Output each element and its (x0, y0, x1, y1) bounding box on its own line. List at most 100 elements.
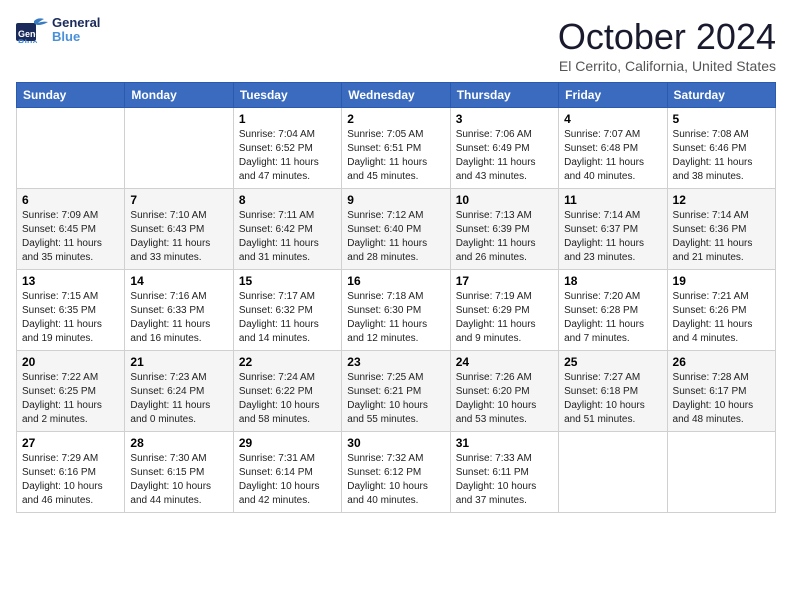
day-number: 18 (564, 274, 661, 288)
calendar-cell: 1 Sunrise: 7:04 AM Sunset: 6:52 PM Dayli… (233, 108, 341, 189)
daylight: Daylight: 11 hours and 23 minutes. (564, 238, 644, 263)
day-info: Sunrise: 7:29 AM Sunset: 6:16 PM Dayligh… (22, 452, 119, 508)
sunset: Sunset: 6:24 PM (130, 386, 204, 397)
day-number: 15 (239, 274, 336, 288)
sunrise: Sunrise: 7:27 AM (564, 372, 640, 383)
day-number: 20 (22, 355, 119, 369)
sunset: Sunset: 6:52 PM (239, 143, 313, 154)
sunset: Sunset: 6:32 PM (239, 305, 313, 316)
logo-general: General (52, 15, 100, 30)
day-info: Sunrise: 7:26 AM Sunset: 6:20 PM Dayligh… (456, 371, 553, 427)
day-number: 28 (130, 436, 227, 450)
calendar-cell: 22 Sunrise: 7:24 AM Sunset: 6:22 PM Dayl… (233, 351, 341, 432)
daylight: Daylight: 11 hours and 0 minutes. (130, 400, 210, 425)
calendar-week-4: 20 Sunrise: 7:22 AM Sunset: 6:25 PM Dayl… (17, 351, 776, 432)
calendar-cell: 5 Sunrise: 7:08 AM Sunset: 6:46 PM Dayli… (667, 108, 775, 189)
sunset: Sunset: 6:40 PM (347, 224, 421, 235)
day-info: Sunrise: 7:31 AM Sunset: 6:14 PM Dayligh… (239, 452, 336, 508)
calendar-cell: 8 Sunrise: 7:11 AM Sunset: 6:42 PM Dayli… (233, 189, 341, 270)
sunset: Sunset: 6:37 PM (564, 224, 638, 235)
calendar-cell: 25 Sunrise: 7:27 AM Sunset: 6:18 PM Dayl… (559, 351, 667, 432)
day-info: Sunrise: 7:33 AM Sunset: 6:11 PM Dayligh… (456, 452, 553, 508)
day-number: 1 (239, 112, 336, 126)
sunrise: Sunrise: 7:24 AM (239, 372, 315, 383)
day-number: 29 (239, 436, 336, 450)
sunset: Sunset: 6:33 PM (130, 305, 204, 316)
sunrise: Sunrise: 7:26 AM (456, 372, 532, 383)
day-number: 13 (22, 274, 119, 288)
day-number: 5 (673, 112, 770, 126)
daylight: Daylight: 10 hours and 40 minutes. (347, 481, 428, 506)
sunset: Sunset: 6:49 PM (456, 143, 530, 154)
daylight: Daylight: 11 hours and 31 minutes. (239, 238, 319, 263)
calendar-cell: 14 Sunrise: 7:16 AM Sunset: 6:33 PM Dayl… (125, 270, 233, 351)
day-number: 4 (564, 112, 661, 126)
sunrise: Sunrise: 7:28 AM (673, 372, 749, 383)
daylight: Daylight: 11 hours and 45 minutes. (347, 157, 427, 182)
day-info: Sunrise: 7:20 AM Sunset: 6:28 PM Dayligh… (564, 290, 661, 346)
calendar-table: SundayMondayTuesdayWednesdayThursdayFrid… (16, 82, 776, 513)
daylight: Daylight: 10 hours and 44 minutes. (130, 481, 211, 506)
day-number: 8 (239, 193, 336, 207)
day-info: Sunrise: 7:24 AM Sunset: 6:22 PM Dayligh… (239, 371, 336, 427)
sunrise: Sunrise: 7:05 AM (347, 129, 423, 140)
sunrise: Sunrise: 7:25 AM (347, 372, 423, 383)
day-number: 26 (673, 355, 770, 369)
sunrise: Sunrise: 7:18 AM (347, 291, 423, 302)
day-info: Sunrise: 7:21 AM Sunset: 6:26 PM Dayligh… (673, 290, 770, 346)
daylight: Daylight: 11 hours and 19 minutes. (22, 319, 102, 344)
sunset: Sunset: 6:26 PM (673, 305, 747, 316)
daylight: Daylight: 10 hours and 42 minutes. (239, 481, 320, 506)
daylight: Daylight: 10 hours and 58 minutes. (239, 400, 320, 425)
sunset: Sunset: 6:43 PM (130, 224, 204, 235)
daylight: Daylight: 11 hours and 21 minutes. (673, 238, 753, 263)
daylight: Daylight: 10 hours and 37 minutes. (456, 481, 537, 506)
calendar-cell: 27 Sunrise: 7:29 AM Sunset: 6:16 PM Dayl… (17, 432, 125, 513)
calendar-week-3: 13 Sunrise: 7:15 AM Sunset: 6:35 PM Dayl… (17, 270, 776, 351)
sunset: Sunset: 6:30 PM (347, 305, 421, 316)
sunrise: Sunrise: 7:07 AM (564, 129, 640, 140)
daylight: Daylight: 11 hours and 38 minutes. (673, 157, 753, 182)
daylight: Daylight: 10 hours and 53 minutes. (456, 400, 537, 425)
sunset: Sunset: 6:51 PM (347, 143, 421, 154)
svg-text:Blue: Blue (18, 38, 38, 43)
day-number: 23 (347, 355, 444, 369)
logo: General Blue General Blue (16, 16, 100, 45)
sunrise: Sunrise: 7:22 AM (22, 372, 98, 383)
calendar-cell: 13 Sunrise: 7:15 AM Sunset: 6:35 PM Dayl… (17, 270, 125, 351)
day-number: 6 (22, 193, 119, 207)
sunrise: Sunrise: 7:20 AM (564, 291, 640, 302)
daylight: Daylight: 10 hours and 51 minutes. (564, 400, 645, 425)
day-info: Sunrise: 7:32 AM Sunset: 6:12 PM Dayligh… (347, 452, 444, 508)
sunset: Sunset: 6:14 PM (239, 467, 313, 478)
day-header-thursday: Thursday (450, 83, 558, 108)
sunset: Sunset: 6:20 PM (456, 386, 530, 397)
sunset: Sunset: 6:18 PM (564, 386, 638, 397)
calendar-week-2: 6 Sunrise: 7:09 AM Sunset: 6:45 PM Dayli… (17, 189, 776, 270)
calendar-cell: 15 Sunrise: 7:17 AM Sunset: 6:32 PM Dayl… (233, 270, 341, 351)
day-number: 24 (456, 355, 553, 369)
daylight: Daylight: 11 hours and 43 minutes. (456, 157, 536, 182)
day-info: Sunrise: 7:27 AM Sunset: 6:18 PM Dayligh… (564, 371, 661, 427)
calendar-cell (125, 108, 233, 189)
calendar-week-5: 27 Sunrise: 7:29 AM Sunset: 6:16 PM Dayl… (17, 432, 776, 513)
day-number: 2 (347, 112, 444, 126)
day-info: Sunrise: 7:08 AM Sunset: 6:46 PM Dayligh… (673, 128, 770, 184)
calendar-cell: 9 Sunrise: 7:12 AM Sunset: 6:40 PM Dayli… (342, 189, 450, 270)
sunrise: Sunrise: 7:17 AM (239, 291, 315, 302)
daylight: Daylight: 11 hours and 12 minutes. (347, 319, 427, 344)
day-info: Sunrise: 7:17 AM Sunset: 6:32 PM Dayligh… (239, 290, 336, 346)
daylight: Daylight: 11 hours and 16 minutes. (130, 319, 210, 344)
logo-icon: General Blue (16, 17, 48, 43)
daylight: Daylight: 11 hours and 40 minutes. (564, 157, 644, 182)
sunset: Sunset: 6:22 PM (239, 386, 313, 397)
day-info: Sunrise: 7:09 AM Sunset: 6:45 PM Dayligh… (22, 209, 119, 265)
sunset: Sunset: 6:17 PM (673, 386, 747, 397)
sunrise: Sunrise: 7:33 AM (456, 453, 532, 464)
calendar-cell: 21 Sunrise: 7:23 AM Sunset: 6:24 PM Dayl… (125, 351, 233, 432)
calendar-cell: 10 Sunrise: 7:13 AM Sunset: 6:39 PM Dayl… (450, 189, 558, 270)
calendar-cell: 4 Sunrise: 7:07 AM Sunset: 6:48 PM Dayli… (559, 108, 667, 189)
location: El Cerrito, California, United States (558, 58, 776, 74)
sunset: Sunset: 6:39 PM (456, 224, 530, 235)
day-info: Sunrise: 7:30 AM Sunset: 6:15 PM Dayligh… (130, 452, 227, 508)
